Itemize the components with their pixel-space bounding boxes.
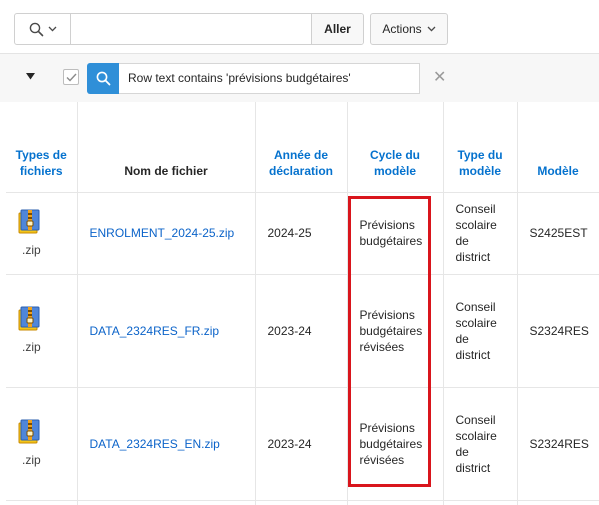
- go-button[interactable]: Aller: [311, 14, 363, 44]
- model-type-cell: Conseil scolaire de district: [443, 274, 518, 388]
- filter-search-button[interactable]: [87, 63, 119, 94]
- file-name-cell: DATA_2324RES_EN.zip: [77, 387, 256, 501]
- empty-cell: [347, 500, 444, 505]
- file-download-link[interactable]: DATA_2324RES_EN.zip: [90, 437, 220, 451]
- model-cell: S2324RES: [517, 387, 599, 501]
- zip-archive-icon: [18, 209, 40, 233]
- table-row: .zip DATA_2324RES_EN.zip 2023-24 Prévisi…: [6, 387, 599, 501]
- column-header-model[interactable]: Modèle: [517, 102, 599, 193]
- chevron-down-icon: [427, 26, 436, 32]
- zip-archive-icon: [18, 419, 40, 444]
- empty-cell: [6, 500, 78, 505]
- column-header-file-name: Nom de fichier: [77, 102, 256, 193]
- empty-cell: [255, 500, 348, 505]
- magnifier-icon: [29, 22, 43, 36]
- report-filter-bar: Row text contains 'prévisions budgétaire…: [0, 53, 599, 102]
- column-header-declaration-year[interactable]: Année de déclaration: [255, 102, 348, 193]
- table-row: .zip DATA_2324RES_FR.zip 2023-24 Prévisi…: [6, 274, 599, 388]
- header-row: Types de fichiers Nom de fichier Année d…: [6, 102, 599, 193]
- model-type-cell: Conseil scolaire de district: [443, 192, 518, 275]
- actions-menu-button[interactable]: Actions: [370, 13, 448, 45]
- column-header-model-cycle[interactable]: Cycle du modèle: [347, 102, 444, 193]
- search-icon: [96, 71, 110, 86]
- search-input[interactable]: [71, 14, 311, 44]
- year-cell: 2024-25: [255, 192, 348, 275]
- zip-archive-icon: [18, 306, 40, 331]
- report-toolbar: Aller Actions: [14, 13, 448, 46]
- file-extension-label: .zip: [22, 340, 41, 354]
- file-name-cell: DATA_2324RES_FR.zip: [77, 274, 256, 388]
- actions-label: Actions: [382, 22, 422, 36]
- file-type-cell: .zip: [6, 274, 78, 388]
- table-row-partial: [6, 500, 599, 505]
- year-cell: 2023-24: [255, 387, 348, 501]
- empty-cell: [77, 500, 256, 505]
- file-type-cell: .zip: [6, 192, 78, 275]
- checkmark-icon: [66, 73, 77, 82]
- file-type-cell: .zip: [6, 387, 78, 501]
- filter-enable-checkbox[interactable]: [63, 69, 79, 85]
- model-cell: S2425EST: [517, 192, 599, 275]
- column-header-model-type[interactable]: Type du modèle: [443, 102, 518, 193]
- model-type-cell: Conseil scolaire de district: [443, 387, 518, 501]
- collapse-triangle-icon[interactable]: [26, 73, 35, 80]
- column-header-file-type[interactable]: Types de fichiers: [6, 102, 78, 193]
- file-extension-label: .zip: [22, 453, 41, 467]
- empty-cell: [443, 500, 518, 505]
- remove-filter-icon[interactable]: ✕: [433, 70, 446, 86]
- file-download-link[interactable]: ENROLMENT_2024-25.zip: [90, 226, 235, 240]
- cycle-cell: Prévisions budgétaires révisées: [347, 274, 444, 388]
- file-name-cell: ENROLMENT_2024-25.zip: [77, 192, 256, 275]
- table-row: .zip ENROLMENT_2024-25.zip 2024-25 Prévi…: [6, 192, 599, 275]
- cycle-cell: Prévisions budgétaires révisées: [347, 387, 444, 501]
- model-cell: S2324RES: [517, 274, 599, 388]
- file-extension-label: .zip: [22, 242, 41, 257]
- search-column-menu[interactable]: [15, 14, 71, 44]
- empty-cell: [517, 500, 599, 505]
- filter-description[interactable]: Row text contains 'prévisions budgétaire…: [119, 63, 420, 94]
- chevron-down-icon: [48, 26, 56, 32]
- search-group: Aller: [14, 13, 364, 45]
- report-table: Types de fichiers Nom de fichier Année d…: [6, 102, 599, 505]
- year-cell: 2023-24: [255, 274, 348, 388]
- file-download-link[interactable]: DATA_2324RES_FR.zip: [90, 324, 220, 338]
- cycle-cell: Prévisions budgétaires: [347, 192, 444, 275]
